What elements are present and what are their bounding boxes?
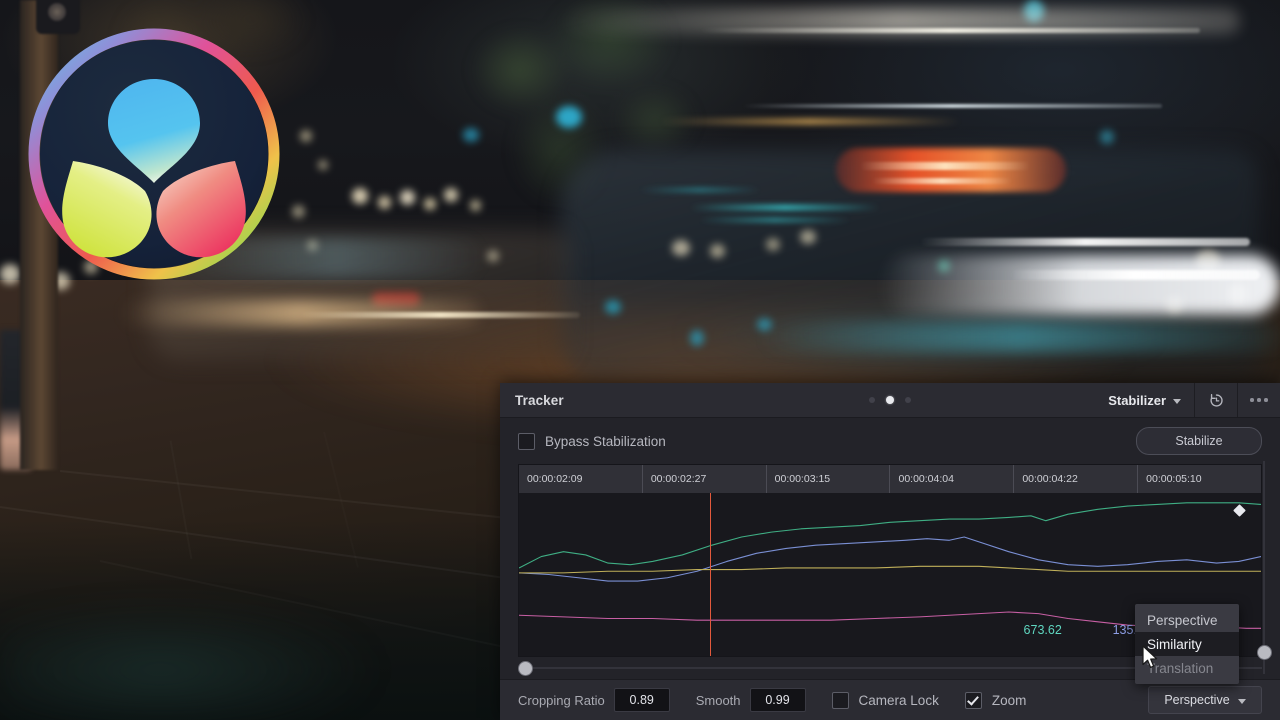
timeline-tick: 00:00:02:27 bbox=[643, 465, 767, 493]
bokeh-light bbox=[710, 244, 725, 258]
timeline-tick: 00:00:05:10 bbox=[1138, 465, 1261, 493]
reset-history-icon bbox=[1208, 392, 1225, 409]
light-streak bbox=[742, 104, 1162, 108]
bokeh-light bbox=[470, 200, 481, 211]
bypass-stabilization-checkbox[interactable] bbox=[518, 433, 535, 450]
davinci-resolve-logo bbox=[28, 28, 280, 280]
more-options-button[interactable] bbox=[1237, 383, 1280, 417]
headlight-streak bbox=[1010, 270, 1260, 280]
more-options-icon bbox=[1250, 398, 1268, 402]
cropping-ratio-field[interactable]: 0.89 bbox=[614, 688, 670, 712]
green-value-label: 673.62 bbox=[1024, 623, 1062, 637]
smooth-label: Smooth bbox=[696, 693, 741, 708]
bokeh-light bbox=[378, 196, 391, 209]
cyan-streak bbox=[690, 205, 880, 210]
dropdown-item-perspective[interactable]: Perspective bbox=[1135, 608, 1239, 632]
light-streak-amber bbox=[660, 118, 960, 125]
cropping-ratio-label: Cropping Ratio bbox=[518, 693, 605, 708]
taillight-core-streak bbox=[860, 162, 1030, 170]
timeline-tick: 00:00:03:15 bbox=[767, 465, 891, 493]
camera-lock-label: Camera Lock bbox=[859, 693, 939, 708]
bokeh-light bbox=[487, 250, 499, 262]
chevron-down-icon bbox=[1238, 699, 1246, 704]
bokeh-light-cyan bbox=[605, 300, 621, 314]
chevron-down-icon bbox=[1173, 399, 1181, 404]
cyan-streak bbox=[640, 188, 760, 192]
header-controls: Stabilizer bbox=[1098, 383, 1280, 417]
smooth-field[interactable]: 0.99 bbox=[750, 688, 806, 712]
stabilize-button[interactable]: Stabilize bbox=[1136, 427, 1262, 455]
stabilization-mode-value: Perspective bbox=[1164, 693, 1229, 707]
vertical-zoom-slider[interactable] bbox=[1256, 461, 1272, 674]
bokeh-light bbox=[400, 190, 415, 205]
bokeh-light bbox=[352, 188, 368, 204]
bokeh-light bbox=[766, 238, 780, 251]
page-dot-active[interactable] bbox=[886, 396, 894, 404]
tracker-mode-label: Stabilizer bbox=[1108, 393, 1166, 408]
stabilizer-parameter-bar: Cropping Ratio 0.89 Smooth 0.99 Camera L… bbox=[500, 679, 1280, 720]
light-streak bbox=[700, 28, 1200, 33]
light-streak-amber bbox=[300, 312, 580, 318]
timeline-ruler[interactable]: 00:00:02:0900:00:02:2700:00:03:1500:00:0… bbox=[518, 464, 1262, 493]
bokeh-light bbox=[672, 240, 690, 256]
curve-yellow bbox=[519, 566, 1261, 573]
page-dot[interactable] bbox=[905, 397, 911, 403]
bokeh-light bbox=[318, 160, 328, 170]
bokeh-light bbox=[424, 198, 436, 210]
bokeh-light bbox=[0, 264, 20, 284]
bypass-stabilization-label: Bypass Stabilization bbox=[545, 434, 666, 449]
mouse-cursor bbox=[1142, 645, 1160, 671]
page-dot[interactable] bbox=[869, 397, 875, 403]
cyan-streak bbox=[760, 322, 1280, 352]
stabilization-mode-select[interactable]: Perspective bbox=[1148, 686, 1262, 714]
cyan-streak bbox=[700, 218, 850, 222]
stabilization-mode-dropdown[interactable]: PerspectiveSimilarityTranslation bbox=[1135, 604, 1239, 684]
panel-header: Tracker Stabilizer bbox=[500, 383, 1280, 418]
curve-green bbox=[519, 503, 1261, 568]
bokeh-light-cyan bbox=[690, 330, 704, 346]
headlight-streak bbox=[920, 238, 1250, 246]
taillight-streak bbox=[836, 148, 1066, 192]
reset-history-button[interactable] bbox=[1194, 383, 1237, 417]
slider-track bbox=[1263, 461, 1265, 674]
bokeh-light bbox=[800, 230, 816, 244]
zoom-checkbox[interactable] bbox=[965, 692, 982, 709]
bokeh-light bbox=[300, 130, 312, 142]
timeline-tick: 00:00:02:09 bbox=[519, 465, 643, 493]
page-title: Tracker bbox=[515, 393, 564, 408]
bokeh-light bbox=[292, 205, 305, 218]
bokeh-light-cyan bbox=[556, 106, 582, 128]
camera-lock-group: Camera Lock bbox=[832, 692, 939, 709]
timeline-tick: 00:00:04:04 bbox=[890, 465, 1014, 493]
stabilizer-options-row: Bypass Stabilization Stabilize bbox=[500, 418, 1280, 464]
bokeh-light bbox=[444, 188, 458, 202]
zoom-group: Zoom bbox=[965, 692, 1027, 709]
tracker-mode-select[interactable]: Stabilizer bbox=[1098, 383, 1194, 417]
slider-knob[interactable] bbox=[1257, 645, 1272, 660]
bokeh-light-cyan bbox=[1100, 130, 1114, 144]
taillight-core-streak bbox=[872, 178, 1012, 184]
headlight-streak bbox=[880, 255, 1280, 315]
zoom-label: Zoom bbox=[992, 693, 1027, 708]
slider-knob[interactable] bbox=[518, 661, 533, 676]
curve-blue bbox=[519, 537, 1261, 581]
timeline-tick: 00:00:04:22 bbox=[1014, 465, 1138, 493]
bokeh-light-cyan bbox=[463, 128, 479, 142]
camera-lock-checkbox[interactable] bbox=[832, 692, 849, 709]
